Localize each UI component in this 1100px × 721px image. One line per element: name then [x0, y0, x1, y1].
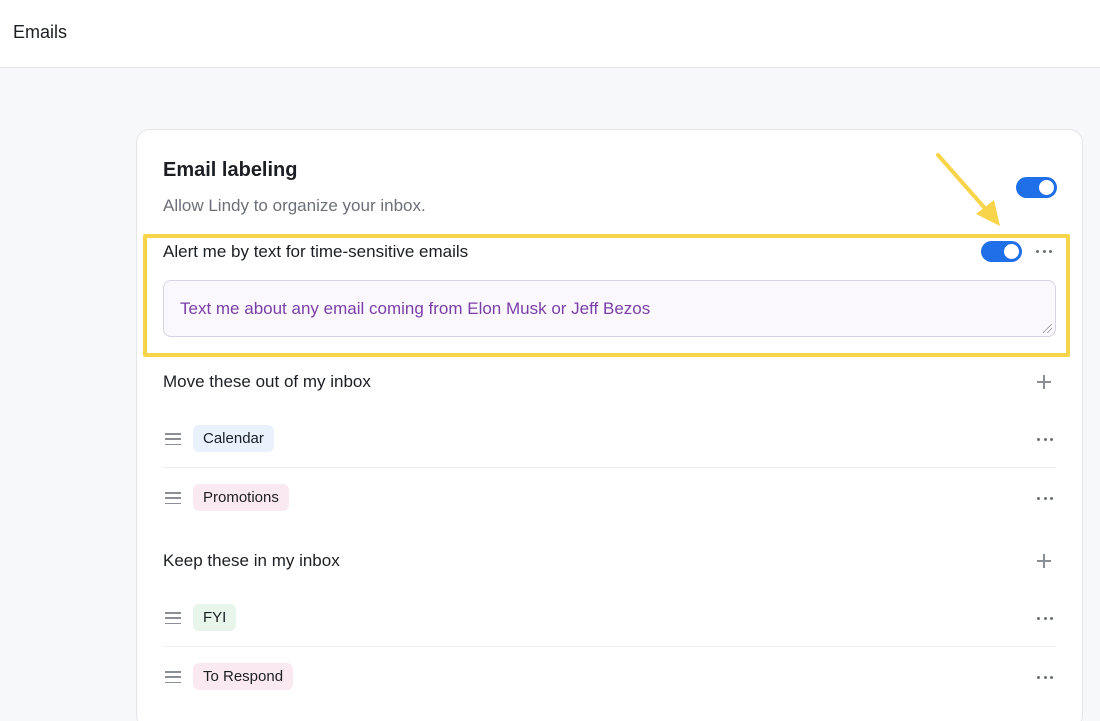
- toggle-knob: [1039, 180, 1054, 195]
- top-bar: Emails: [0, 0, 1100, 68]
- toggle-knob: [1004, 244, 1019, 259]
- card-subtitle: Allow Lindy to organize your inbox.: [163, 196, 426, 215]
- alert-setting-label: Alert me by text for time-sensitive emai…: [163, 242, 469, 261]
- label-chip: To Respond: [193, 663, 294, 690]
- add-move-out-label-plus-icon[interactable]: [1037, 375, 1051, 389]
- add-keep-in-label-plus-icon[interactable]: [1037, 554, 1051, 568]
- keep-in-heading: Keep these in my inbox: [163, 551, 340, 570]
- label-row-calendar[interactable]: Calendar: [163, 409, 1056, 468]
- label-row-promotions[interactable]: Promotions: [163, 468, 1056, 527]
- drag-handle-icon[interactable]: [165, 492, 181, 504]
- card-title: Email labeling: [163, 159, 298, 181]
- alert-instructions-textarea[interactable]: Text me about any email coming from Elon…: [163, 280, 1056, 337]
- alert-more-options-icon[interactable]: [1033, 244, 1055, 258]
- page-title: Emails: [13, 22, 68, 42]
- label-row-fyi[interactable]: FYI: [163, 588, 1056, 647]
- label-chip: Calendar: [193, 425, 274, 452]
- label-chip: FYI: [193, 604, 237, 631]
- row-more-options-icon[interactable]: [1034, 491, 1056, 505]
- email-labeling-toggle[interactable]: [1016, 177, 1057, 198]
- label-row-to-respond[interactable]: To Respond: [163, 647, 1056, 706]
- label-chip: Promotions: [193, 484, 289, 511]
- alert-toggle[interactable]: [981, 241, 1022, 262]
- row-more-options-icon[interactable]: [1034, 670, 1056, 684]
- arrow-annotation: [936, 153, 1000, 226]
- drag-handle-icon[interactable]: [165, 433, 181, 445]
- move-out-heading: Move these out of my inbox: [163, 372, 371, 391]
- drag-handle-icon[interactable]: [165, 671, 181, 683]
- alert-instructions-value: Text me about any email coming from Elon…: [180, 299, 651, 318]
- resize-grip-icon[interactable]: [1043, 324, 1052, 333]
- drag-handle-icon[interactable]: [165, 612, 181, 624]
- row-more-options-icon[interactable]: [1034, 611, 1056, 625]
- row-more-options-icon[interactable]: [1034, 432, 1056, 446]
